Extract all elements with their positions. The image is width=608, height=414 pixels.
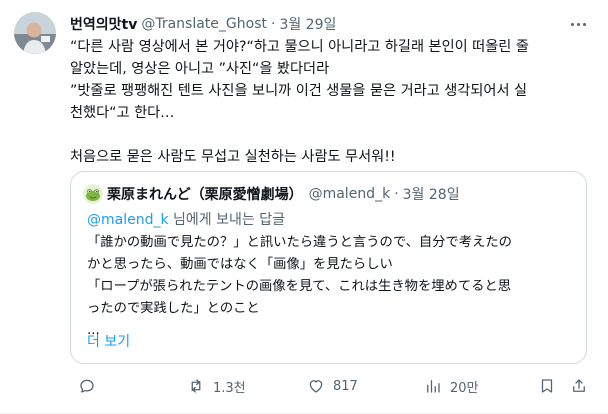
tweet-text-line: ”밧줄로 팽팽해진 텐트 사진을 보니까 이건 생물을 묻은 거라고 생각되어서… bbox=[70, 83, 528, 99]
quoted-tweet-header: 栗原まれんど（栗原愛憎劇場） @malend_k · 3월 28일 bbox=[83, 184, 574, 204]
retweet-button[interactable]: 1.3천 bbox=[187, 372, 246, 400]
author-display-name[interactable]: 번역의맛tv bbox=[70, 14, 137, 34]
tweet-actions-bar: 1.3천 817 20만 bbox=[70, 372, 594, 400]
bookmark-icon bbox=[541, 379, 553, 393]
views-count: 20만 bbox=[450, 380, 479, 396]
quoted-text-line: 「誰かの動画で見たの？」と訊いたら違うと言うので、自分で考えたの bbox=[87, 235, 512, 250]
more-options-button[interactable] bbox=[566, 12, 590, 36]
views-button[interactable]: 20만 bbox=[424, 372, 479, 400]
heart-icon bbox=[309, 380, 323, 393]
share-button[interactable] bbox=[570, 372, 588, 400]
reply-button[interactable] bbox=[78, 372, 104, 400]
more-dot-icon bbox=[582, 22, 586, 26]
replying-to-label: @malend_k 님에게 보내는 답글 bbox=[87, 209, 285, 229]
frog-avatar-icon bbox=[83, 184, 103, 204]
author-handle[interactable]: @Translate_Ghost bbox=[141, 16, 267, 32]
tweet-text-line: “다른 사람 영상에서 본 거야?“하고 물으니 아니라고 하길래 본인이 떠올… bbox=[70, 39, 529, 55]
header-separator: · bbox=[270, 16, 276, 32]
quoted-text-ellipsis: ... bbox=[87, 323, 100, 338]
quoted-tweet[interactable]: 栗原まれんど（栗原愛憎劇場） @malend_k · 3월 28일 @malen… bbox=[70, 171, 587, 364]
quoted-author-avatar[interactable] bbox=[83, 184, 103, 204]
tweet-text: “다른 사람 영상에서 본 거야?“하고 물으니 아니라고 하길래 본인이 떠올… bbox=[70, 36, 594, 168]
tweet-text-line: 천했다“고 한다… bbox=[70, 105, 175, 121]
quoted-author-handle[interactable]: @malend_k bbox=[309, 186, 391, 202]
quoted-author-display-name[interactable]: 栗原まれんど（栗原愛憎劇場） bbox=[107, 184, 303, 204]
more-dot-icon bbox=[570, 22, 574, 26]
quoted-text-line: 「ロープが張られたテントの画像を見て、これは生き物を埋めてると思 bbox=[87, 279, 512, 294]
show-more-link[interactable]: 더 보기 bbox=[87, 331, 130, 351]
retweet-count: 1.3천 bbox=[213, 380, 246, 396]
tweet-date[interactable]: 3월 29일 bbox=[279, 14, 336, 34]
tweet-header: 번역의맛tv @Translate_Ghost · 3월 29일 bbox=[70, 14, 552, 34]
reply-suffix-text: 님에게 보내는 답글 bbox=[168, 212, 285, 228]
reply-icon bbox=[80, 379, 94, 393]
tweet-article[interactable]: 번역의맛tv @Translate_Ghost · 3월 29일 “다른 사람 … bbox=[0, 0, 608, 414]
quoted-tweet-date[interactable]: 3월 28일 bbox=[403, 184, 460, 204]
tweet-text-line: 알았는데, 영상은 아니고 ”사진“을 봤다더라 bbox=[70, 61, 330, 77]
person-photo-avatar-icon bbox=[14, 12, 56, 54]
quoted-tweet-text: 「誰かの動画で見たの？」と訊いたら違うと言うので、自分で考えたの かと思ったら、… bbox=[87, 232, 577, 342]
like-button[interactable]: 817 bbox=[307, 372, 358, 400]
quoted-text-line: かと思ったら、動画ではなく「画像」を見たらしい bbox=[87, 257, 393, 272]
quoted-header-separator: · bbox=[394, 186, 399, 202]
views-chart-icon bbox=[427, 380, 440, 393]
author-avatar[interactable] bbox=[14, 12, 56, 54]
more-dot-icon bbox=[576, 22, 580, 26]
reply-mention-link[interactable]: @malend_k bbox=[87, 212, 169, 228]
bookmark-button[interactable] bbox=[538, 372, 556, 400]
retweet-icon bbox=[191, 379, 201, 393]
like-count: 817 bbox=[333, 378, 358, 394]
tweet-text-line: 처음으로 묻은 사람도 무섭고 실천하는 사람도 무서워!! bbox=[70, 149, 396, 165]
quoted-text-line: ったので実践した」とのこと bbox=[87, 301, 260, 316]
share-icon bbox=[573, 379, 585, 392]
